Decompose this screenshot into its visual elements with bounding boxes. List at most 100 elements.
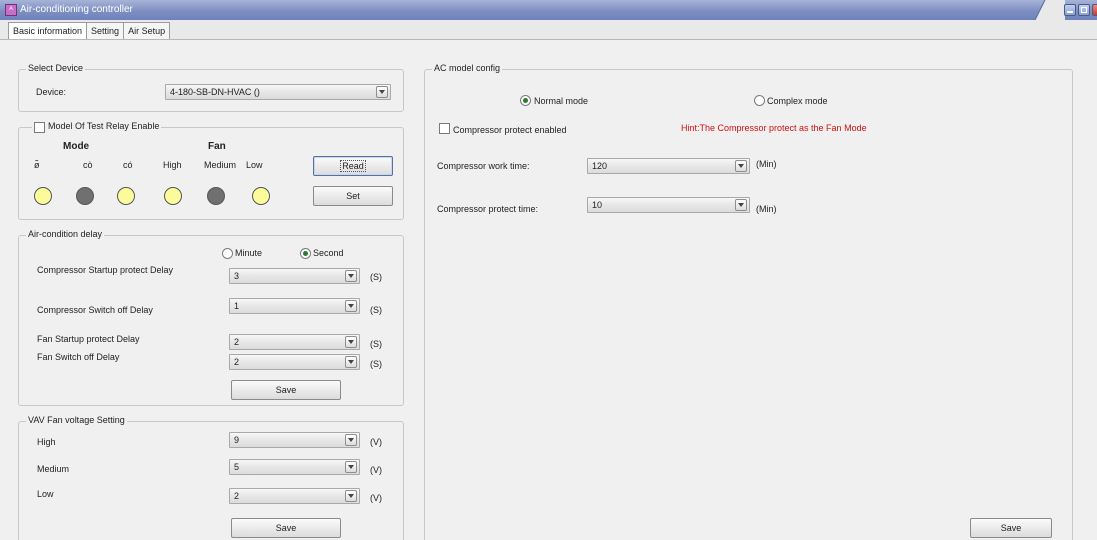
test-relay-label: Model Of Test Relay Enable [48,121,160,131]
ac-model-save-button[interactable]: Save [970,518,1052,538]
delay-row-label: Compressor Startup protect Delay [37,265,174,275]
test-relay-title: Model Of Test Relay Enable [32,121,162,133]
chevron-down-icon[interactable] [345,461,357,473]
unit-label: (Min) [756,204,777,214]
minute-radio[interactable] [222,248,233,259]
ac-model-config-group: AC model config Normal mode Complex mode… [424,63,1073,540]
select-device-group: Select Device Device: 4-180-SB-DN-HVAC (… [18,63,404,112]
delay-row-label: Fan Startup protect Delay [37,334,140,344]
vav-low-label: Low [37,489,54,499]
vav-fan-voltage-title: VAV Fan voltage Setting [26,415,127,425]
fan-heading: Fan [208,141,226,152]
vav-high-select[interactable]: 9 [229,432,360,448]
channel-label-1: ø̃ [34,160,40,170]
chevron-down-icon[interactable] [735,199,747,211]
channel-label-3: có [123,160,133,170]
select-value: 2 [234,491,240,501]
delay-save-button[interactable]: Save [231,380,341,400]
channel-label-medium: Medium [204,160,237,170]
fan-startup-delay-select[interactable]: 2 [229,334,360,350]
select-value: 1 [234,301,240,311]
select-value: 2 [234,337,240,347]
close-icon[interactable] [1092,4,1097,16]
channel-label-low: Low [246,160,263,170]
air-condition-delay-group: Air-condition delay Minute Second Compre… [18,229,404,406]
ac-model-config-title: AC model config [432,63,503,73]
compressor-startup-delay-select[interactable]: 3 [229,268,360,284]
select-value: 120 [592,161,608,171]
vav-medium-select[interactable]: 5 [229,459,360,475]
hint-text: Hint:The Compressor protect as the Fan M… [681,123,867,133]
device-select[interactable]: 4-180-SB-DN-HVAC () [165,84,391,100]
second-radio[interactable] [300,248,311,259]
select-device-title: Select Device [26,63,86,73]
led-indicator [76,187,94,205]
chevron-down-icon[interactable] [345,356,357,368]
tab-setting[interactable]: Setting [86,22,125,39]
chevron-down-icon[interactable] [345,300,357,312]
compressor-switch-off-delay-select[interactable]: 1 [229,298,360,314]
select-value: 9 [234,435,240,445]
test-relay-group: Model Of Test Relay Enable Mode Fan ø̃ c… [18,121,404,220]
app-icon: ᴬ [5,4,17,16]
read-button[interactable]: Read [313,156,393,176]
vav-fan-voltage-group: VAV Fan voltage Setting High 9 (V) Mediu… [18,415,404,540]
complex-mode-label: Complex mode [767,96,828,106]
compressor-protect-checkbox[interactable] [439,123,450,134]
led-indicator [207,187,225,205]
set-button[interactable]: Set [313,186,393,206]
work-time-label: Compressor work time: [437,161,530,171]
tab-strip: Basic information Setting Air Setup [0,20,1097,40]
channel-label-2: cò [83,160,93,170]
unit-label: (S) [370,305,382,315]
unit-label: (S) [370,359,382,369]
unit-label: (S) [370,272,382,282]
read-button-label: Read [340,160,366,172]
normal-mode-label: Normal mode [534,96,589,106]
led-indicator [34,187,52,205]
unit-label: (V) [370,437,382,447]
air-condition-delay-title: Air-condition delay [26,229,105,239]
chevron-down-icon[interactable] [735,160,747,172]
unit-label: (V) [370,465,382,475]
tab-basic-information[interactable]: Basic information [8,22,88,39]
content-area: Select Device Device: 4-180-SB-DN-HVAC (… [0,40,1097,540]
tab-air-setup[interactable]: Air Setup [123,22,171,39]
mode-heading: Mode [63,141,90,152]
second-label: Second [313,248,344,258]
select-value: 10 [592,200,603,210]
device-select-value: 4-180-SB-DN-HVAC () [170,87,260,97]
delay-row-label: Fan Switch off Delay [37,352,120,362]
protect-time-label: Compressor protect time: [437,204,539,214]
unit-label: (Min) [756,159,777,169]
delay-row-label: Compressor Switch off Delay [37,305,153,315]
unit-label: (V) [370,493,382,503]
complex-mode-radio[interactable] [754,95,765,106]
fan-switch-off-delay-select[interactable]: 2 [229,354,360,370]
maximize-icon[interactable] [1078,4,1090,16]
minute-label: Minute [235,248,263,258]
channel-label-high: High [163,160,182,170]
vav-low-select[interactable]: 2 [229,488,360,504]
led-indicator [117,187,135,205]
normal-mode-radio[interactable] [520,95,531,106]
compressor-work-time-select[interactable]: 120 [587,158,750,174]
vav-save-button[interactable]: Save [231,518,341,538]
vav-medium-label: Medium [37,464,70,474]
test-relay-checkbox[interactable] [34,122,45,133]
chevron-down-icon[interactable] [345,336,357,348]
compressor-protect-time-select[interactable]: 10 [587,197,750,213]
window-title: Air-conditioning controller [20,4,133,15]
title-wedge [1035,0,1065,20]
minimize-icon[interactable] [1064,4,1076,16]
device-label: Device: [36,87,67,97]
select-value: 5 [234,462,240,472]
vav-high-label: High [37,437,56,447]
chevron-down-icon[interactable] [345,434,357,446]
chevron-down-icon[interactable] [376,86,388,98]
title-bar: ᴬ Air-conditioning controller [0,0,1097,20]
chevron-down-icon[interactable] [345,490,357,502]
chevron-down-icon[interactable] [345,270,357,282]
led-indicator [164,187,182,205]
select-value: 3 [234,271,240,281]
